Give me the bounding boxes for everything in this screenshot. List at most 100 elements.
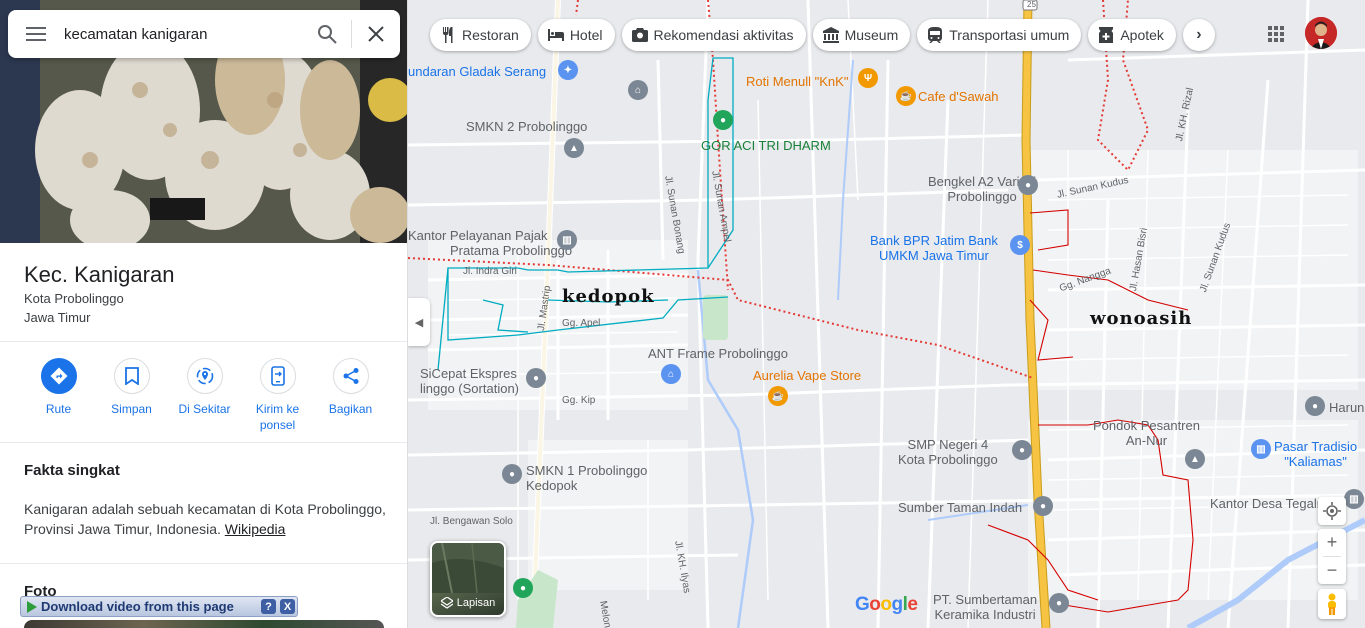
hotel-icon <box>547 27 564 43</box>
camera-icon <box>631 27 648 43</box>
poi-smkn1[interactable]: SMKN 1 Probolinggo Kedopok <box>526 463 647 493</box>
poi-pondok-pesantren[interactable]: Pondok Pesantren An-Nur <box>1093 418 1200 448</box>
poi-cafe-dsawah[interactable]: Cafe d'Sawah <box>918 89 999 104</box>
action-label: Kirim ke ponsel <box>255 402 300 432</box>
logo-letter: o <box>880 594 892 615</box>
help-button[interactable]: ? <box>261 599 276 614</box>
government-pin-icon[interactable]: ▥ <box>1344 489 1364 509</box>
clear-search-button[interactable] <box>352 10 400 58</box>
menu-button[interactable] <box>8 10 64 58</box>
poi-kantor-pajak[interactable]: Kantor Pelayanan Pajak Pratama Probolingg… <box>408 228 572 258</box>
directions-button[interactable]: Rute <box>22 358 95 433</box>
send-to-phone-button[interactable]: Kirim ke ponsel <box>241 358 314 433</box>
zoom-out-button[interactable]: − <box>1327 557 1338 584</box>
share-button[interactable]: Bagikan <box>314 358 387 433</box>
poi-bank-bpr[interactable]: Bank BPR Jatim Bank UMKM Jawa Timur <box>870 233 998 263</box>
vape-store-pin-icon[interactable]: ☕ <box>768 386 788 406</box>
save-button[interactable]: Simpan <box>95 358 168 433</box>
school-pin-icon[interactable]: ● <box>1012 440 1032 460</box>
place-pin-icon[interactable]: ● <box>1305 396 1325 416</box>
map-roads <box>408 0 1365 628</box>
nearby-icon <box>186 358 223 394</box>
download-video-bar[interactable]: Download video from this page ? X <box>20 596 298 617</box>
search-input[interactable]: kecamatan kanigaran <box>64 26 303 43</box>
bank-pin-icon[interactable]: $ <box>1010 235 1030 255</box>
school-pin-icon[interactable]: ● <box>502 464 522 484</box>
chip-restoran[interactable]: Restoran <box>430 19 531 51</box>
search-icon <box>318 25 337 44</box>
street-label: Jl. Indra Giri <box>463 266 517 277</box>
play-icon <box>27 600 37 613</box>
poi-harun[interactable]: Harun <box>1329 400 1364 415</box>
cafe-pin-icon[interactable]: ☕ <box>896 86 916 106</box>
poi-alun-alun[interactable]: undaran Gladak Serang <box>408 64 546 79</box>
poi-pt-sumbertaman[interactable]: PT. Sumbertaman Keramika Industri <box>933 592 1037 622</box>
collapse-panel-button[interactable]: ◀ <box>408 298 430 346</box>
chip-transportasi[interactable]: Transportasi umum <box>917 19 1082 51</box>
close-download-bar-button[interactable]: X <box>280 599 295 614</box>
poi-bpr-line1: Bank BPR Jatim Bank <box>870 233 998 248</box>
landmark-pin-icon[interactable]: ✦ <box>558 60 578 80</box>
poi-aurelia[interactable]: Aurelia Vape Store <box>753 368 861 383</box>
action-label: Di Sekitar <box>178 402 231 416</box>
poi-kantor-desa[interactable]: Kantor Desa Tegalr <box>1210 496 1321 511</box>
satellite-thumbnail <box>432 543 504 594</box>
shopping-pin-icon[interactable]: ⌂ <box>628 80 648 100</box>
chip-hotel[interactable]: Hotel <box>537 19 615 51</box>
search-button[interactable] <box>303 10 351 58</box>
poi-smkn2[interactable]: SMKN 2 Probolinggo <box>466 119 587 134</box>
park-pin-icon[interactable]: ● <box>513 578 533 598</box>
market-pin-icon[interactable]: ▥ <box>1251 439 1271 459</box>
route-shield: 25 <box>1027 0 1036 9</box>
wikipedia-link[interactable]: Wikipedia <box>225 521 286 537</box>
chip-apotek[interactable]: Apotek <box>1088 19 1176 51</box>
stadium-pin-icon[interactable]: ● <box>713 110 733 130</box>
government-pin-icon[interactable]: ▥ <box>557 230 577 250</box>
minus-icon: − <box>1326 560 1338 580</box>
poi-smpn4-line2: Kota Probolinggo <box>898 452 998 467</box>
layers-button[interactable]: Lapisan <box>430 541 506 617</box>
nearby-button[interactable]: Di Sekitar <box>168 358 241 433</box>
poi-pondok-line2: An-Nur <box>1125 433 1168 448</box>
poi-sicepat[interactable]: SiCepat Ekspres linggo (Sortation) <box>420 366 519 396</box>
map-canvas[interactable]: undaran Gladak Serang ✦ ⌂ Roti Menull "K… <box>408 0 1365 628</box>
restaurant-icon <box>440 27 456 43</box>
directions-icon <box>40 358 77 394</box>
chip-museum[interactable]: Museum <box>812 19 911 51</box>
poi-pt-line2: Keramika Industri <box>934 607 1036 622</box>
poi-sumber-taman[interactable]: Sumber Taman Indah <box>898 500 1022 515</box>
apps-grid-icon[interactable] <box>1264 22 1288 46</box>
poi-roti-menull[interactable]: Roti Menull "KnK" <box>746 74 848 89</box>
pegman-icon <box>1328 593 1336 615</box>
logistics-pin-icon[interactable]: ● <box>526 368 546 388</box>
place-pin-icon[interactable]: ● <box>1033 496 1053 516</box>
account-avatar[interactable] <box>1305 17 1337 49</box>
pharmacy-icon <box>1098 27 1114 43</box>
place-province: Jawa Timur <box>24 310 91 325</box>
plus-icon: + <box>1326 532 1338 552</box>
food-pin-icon[interactable]: Ψ <box>858 68 878 88</box>
action-label: Rute <box>45 402 72 416</box>
school-pin-icon[interactable]: ▲ <box>564 138 584 158</box>
poi-ant-frame[interactable]: ANT Frame Probolinggo <box>648 346 788 361</box>
poi-pasar[interactable]: Pasar Tradisio "Kaliamas" <box>1274 439 1357 469</box>
street-view-pegman[interactable] <box>1318 589 1346 619</box>
poi-smpn4[interactable]: SMP Negeri 4 Kota Probolinggo <box>898 437 998 467</box>
poi-smkn1-line1: SMKN 1 Probolinggo <box>526 463 648 478</box>
photo-strip[interactable] <box>24 620 384 628</box>
car-repair-pin-icon[interactable]: ● <box>1018 175 1038 195</box>
poi-sicepat-line2: linggo (Sortation) <box>420 381 519 396</box>
factory-pin-icon[interactable]: ● <box>1049 593 1069 613</box>
facts-description: Kanigaran adalah sebuah kecamatan di Kot… <box>24 499 394 539</box>
school-pin-icon[interactable]: ▲ <box>1185 449 1205 469</box>
zoom-in-button[interactable]: + <box>1327 529 1338 556</box>
poi-gor-aci[interactable]: GOR ACI TRI DHARM <box>701 138 831 153</box>
chip-rekomendasi[interactable]: Rekomendasi aktivitas <box>621 19 806 51</box>
street-label: Gg. Kip <box>562 395 596 406</box>
zoom-controls: + − <box>1318 529 1346 584</box>
chips-next-button[interactable]: › <box>1182 19 1215 51</box>
chip-label: Apotek <box>1120 27 1164 43</box>
shop-pin-icon[interactable]: ⌂ <box>661 364 681 384</box>
street-label: Jl. Bengawan Solo <box>430 516 513 527</box>
my-location-button[interactable] <box>1318 497 1346 525</box>
